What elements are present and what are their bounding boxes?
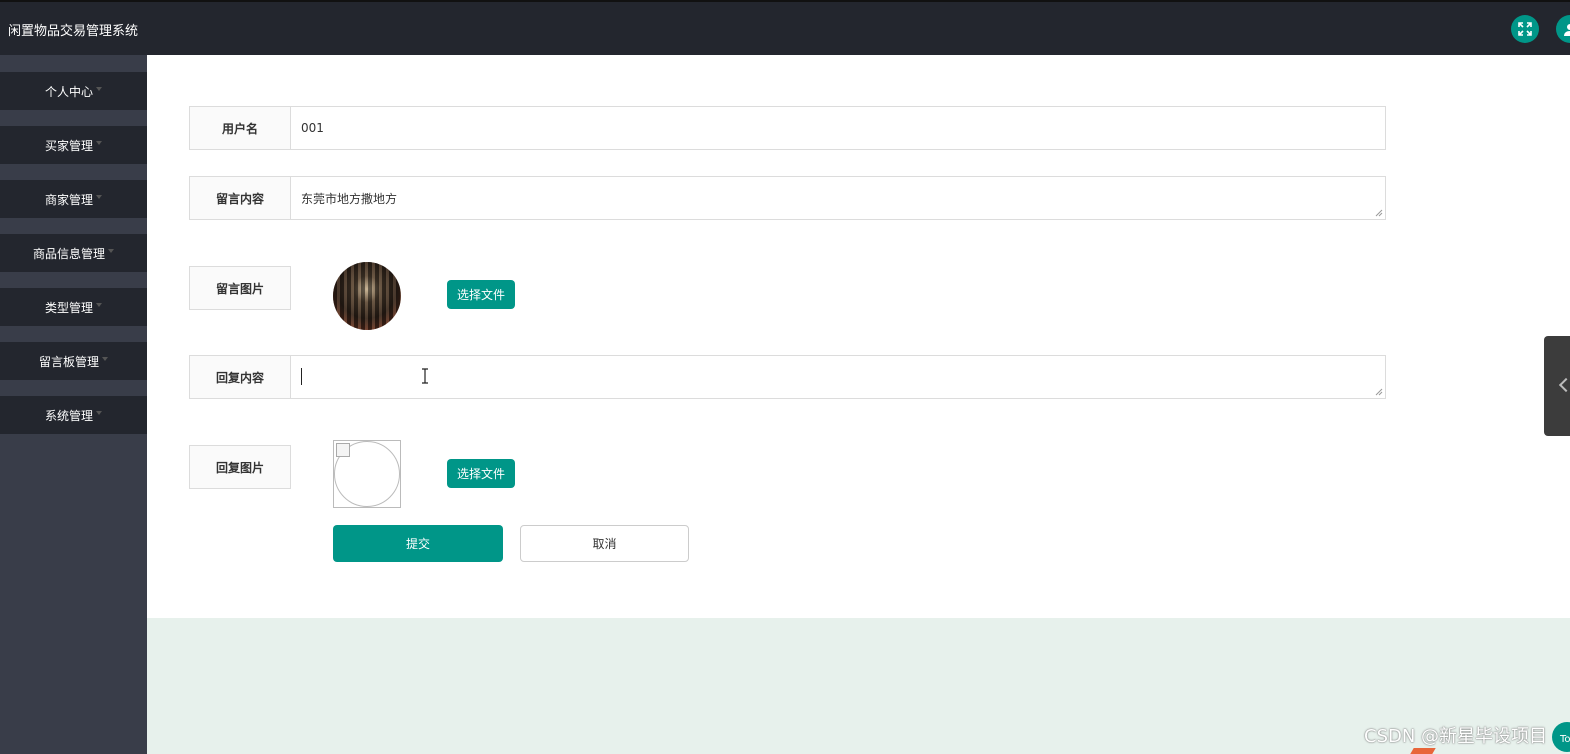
sidebar-item-message-board-management[interactable]: 留言板管理 bbox=[0, 342, 147, 380]
message-image-choose-file-button[interactable]: 选择文件 bbox=[447, 280, 515, 309]
chevron-down-icon bbox=[96, 87, 102, 91]
reply-image-label: 回复图片 bbox=[189, 445, 291, 489]
sidebar-item-label: 留言板管理 bbox=[38, 354, 99, 369]
chevron-down-icon bbox=[108, 249, 114, 253]
cancel-button[interactable]: 取消 bbox=[520, 525, 689, 562]
back-to-top-label: To bbox=[1560, 734, 1570, 745]
user-icon bbox=[1564, 24, 1570, 36]
sidebar-item-system-management[interactable]: 系统管理 bbox=[0, 396, 147, 434]
reply-content-textarea[interactable] bbox=[290, 355, 1386, 399]
sidebar-item-merchant-management[interactable]: 商家管理 bbox=[0, 180, 147, 218]
chevron-left-icon bbox=[1558, 377, 1570, 393]
chevron-down-icon bbox=[96, 141, 102, 145]
top-header: 闲置物品交易管理系统 bbox=[0, 0, 1570, 55]
chevron-down-icon bbox=[96, 411, 102, 415]
sidebar-item-label: 个人中心 bbox=[44, 84, 93, 99]
sidebar-item-product-management[interactable]: 商品信息管理 bbox=[0, 234, 147, 272]
sidebar: 个人中心 买家管理 商家管理 商品信息管理 类型管理 留言板管理 系统管理 bbox=[0, 55, 147, 754]
reply-image-placeholder bbox=[333, 440, 401, 508]
username-label: 用户名 bbox=[189, 106, 291, 150]
app-title: 闲置物品交易管理系统 bbox=[8, 24, 139, 39]
broken-image-icon bbox=[336, 443, 350, 457]
page-background bbox=[147, 618, 1570, 754]
message-image-label: 留言图片 bbox=[189, 266, 291, 310]
side-drawer-toggle[interactable] bbox=[1544, 336, 1570, 436]
reply-image-choose-file-button[interactable]: 选择文件 bbox=[447, 459, 515, 488]
message-content-textarea[interactable]: 东莞市地方撒地方 bbox=[290, 176, 1386, 220]
sidebar-item-personal-center[interactable]: 个人中心 bbox=[0, 72, 147, 110]
ibeam-cursor-icon bbox=[422, 368, 428, 384]
sidebar-item-label: 商品信息管理 bbox=[32, 246, 105, 261]
sidebar-item-label: 商家管理 bbox=[44, 192, 93, 207]
sidebar-item-type-management[interactable]: 类型管理 bbox=[0, 288, 147, 326]
sidebar-item-label: 类型管理 bbox=[44, 300, 93, 315]
username-input[interactable]: 001 bbox=[290, 106, 1386, 150]
fullscreen-icon bbox=[1518, 22, 1532, 36]
message-content-text: 东莞市地方撒地方 bbox=[301, 192, 398, 206]
resize-grip-icon[interactable] bbox=[1375, 388, 1383, 396]
watermark: CSDN @新星毕设项目 bbox=[1364, 726, 1548, 747]
resize-grip-icon[interactable] bbox=[1375, 209, 1383, 217]
user-avatar-button[interactable] bbox=[1556, 15, 1570, 43]
message-content-label: 留言内容 bbox=[189, 176, 291, 220]
chevron-down-icon bbox=[96, 195, 102, 199]
decorative-mark bbox=[1410, 748, 1436, 754]
sidebar-item-label: 买家管理 bbox=[44, 138, 93, 153]
text-cursor bbox=[301, 368, 302, 385]
sidebar-item-buyer-management[interactable]: 买家管理 bbox=[0, 126, 147, 164]
chevron-down-icon bbox=[102, 357, 108, 361]
chevron-down-icon bbox=[96, 303, 102, 307]
submit-button[interactable]: 提交 bbox=[333, 525, 503, 562]
message-image-thumbnail bbox=[333, 262, 401, 330]
fullscreen-button[interactable] bbox=[1511, 15, 1539, 43]
reply-content-label: 回复内容 bbox=[189, 355, 291, 399]
sidebar-item-label: 系统管理 bbox=[44, 408, 93, 423]
